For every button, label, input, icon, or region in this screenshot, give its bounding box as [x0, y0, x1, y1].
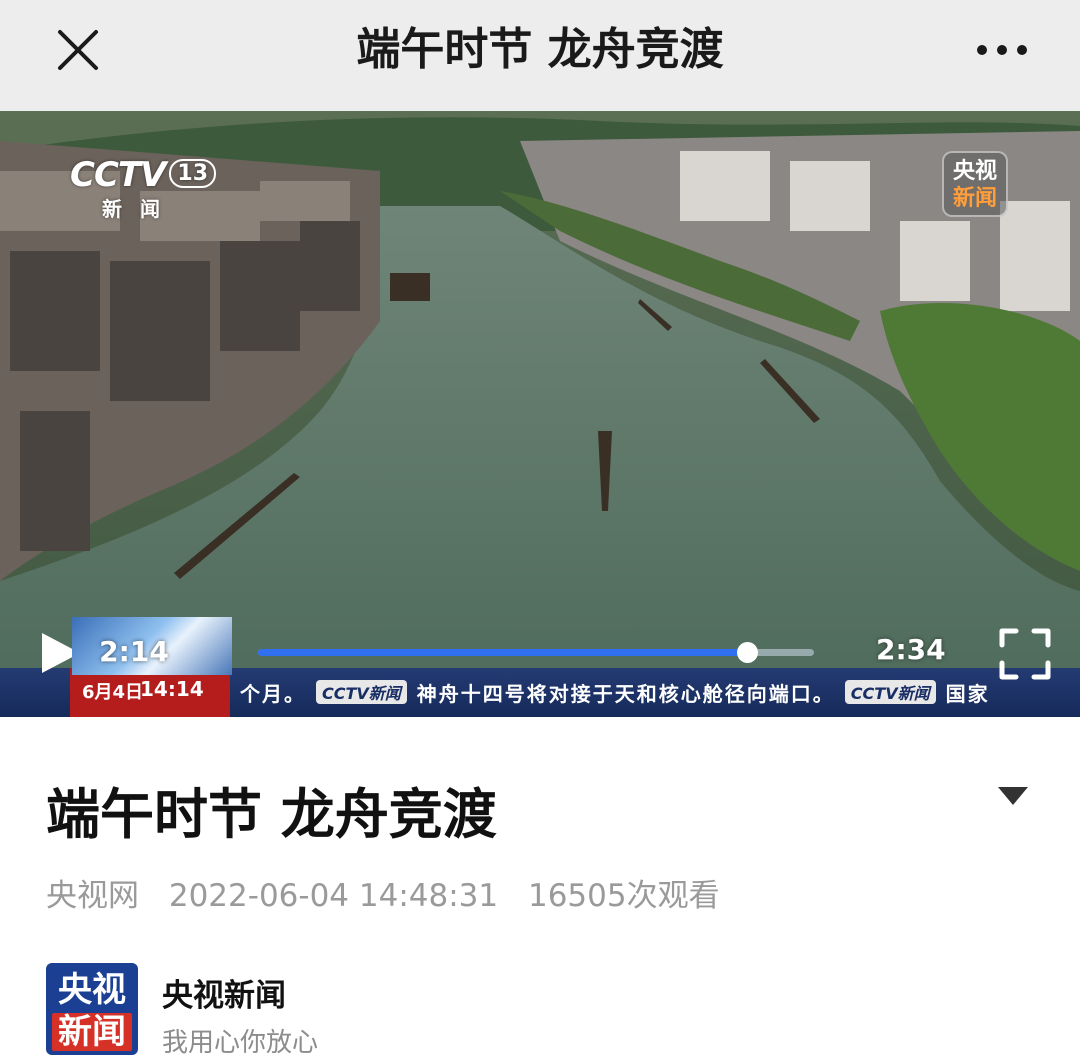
player-controls: 2:14 2:34 [0, 613, 1080, 693]
cctv13-watermark: CCTV 13 新闻 [70, 155, 217, 222]
top-bar: 端午时节 龙舟竞渡 [0, 0, 1080, 111]
video-duration: 2:34 [876, 633, 946, 666]
video-player[interactable]: CCTV 13 新闻 央视 新闻 6月4日 14:14 个月。 CCTV新闻 神舟十四… [0, 111, 1080, 717]
view-count: 16505次观看 [527, 878, 720, 914]
seek-preview-time: 2:14 [99, 635, 169, 668]
progress-bar[interactable] [258, 642, 814, 663]
article-title: 端午时节 龙舟竞渡 [46, 783, 497, 846]
seek-preview-thumbnail: 2:14 [72, 617, 232, 675]
chevron-down-icon[interactable] [996, 784, 1030, 808]
progress-fill [258, 649, 748, 656]
article-meta: 央视网 2022-06-04 14:48:31 16505次观看 [46, 870, 740, 915]
channel-slogan: 我用心你放心 [162, 1028, 319, 1058]
progress-handle[interactable] [737, 642, 759, 663]
fullscreen-icon[interactable] [998, 627, 1052, 681]
channel-avatar[interactable]: 央视 新闻 [46, 963, 138, 1055]
channel-name[interactable]: 央视新闻 [162, 970, 286, 1015]
page-title: 端午时节 龙舟竞渡 [356, 24, 724, 75]
article-source[interactable]: 央视网 [46, 878, 139, 914]
article-datetime: 2022-06-04 14:48:31 [168, 878, 499, 914]
yangshi-news-badge: 央视 新闻 [942, 151, 1008, 217]
more-icon[interactable] [972, 32, 1032, 68]
